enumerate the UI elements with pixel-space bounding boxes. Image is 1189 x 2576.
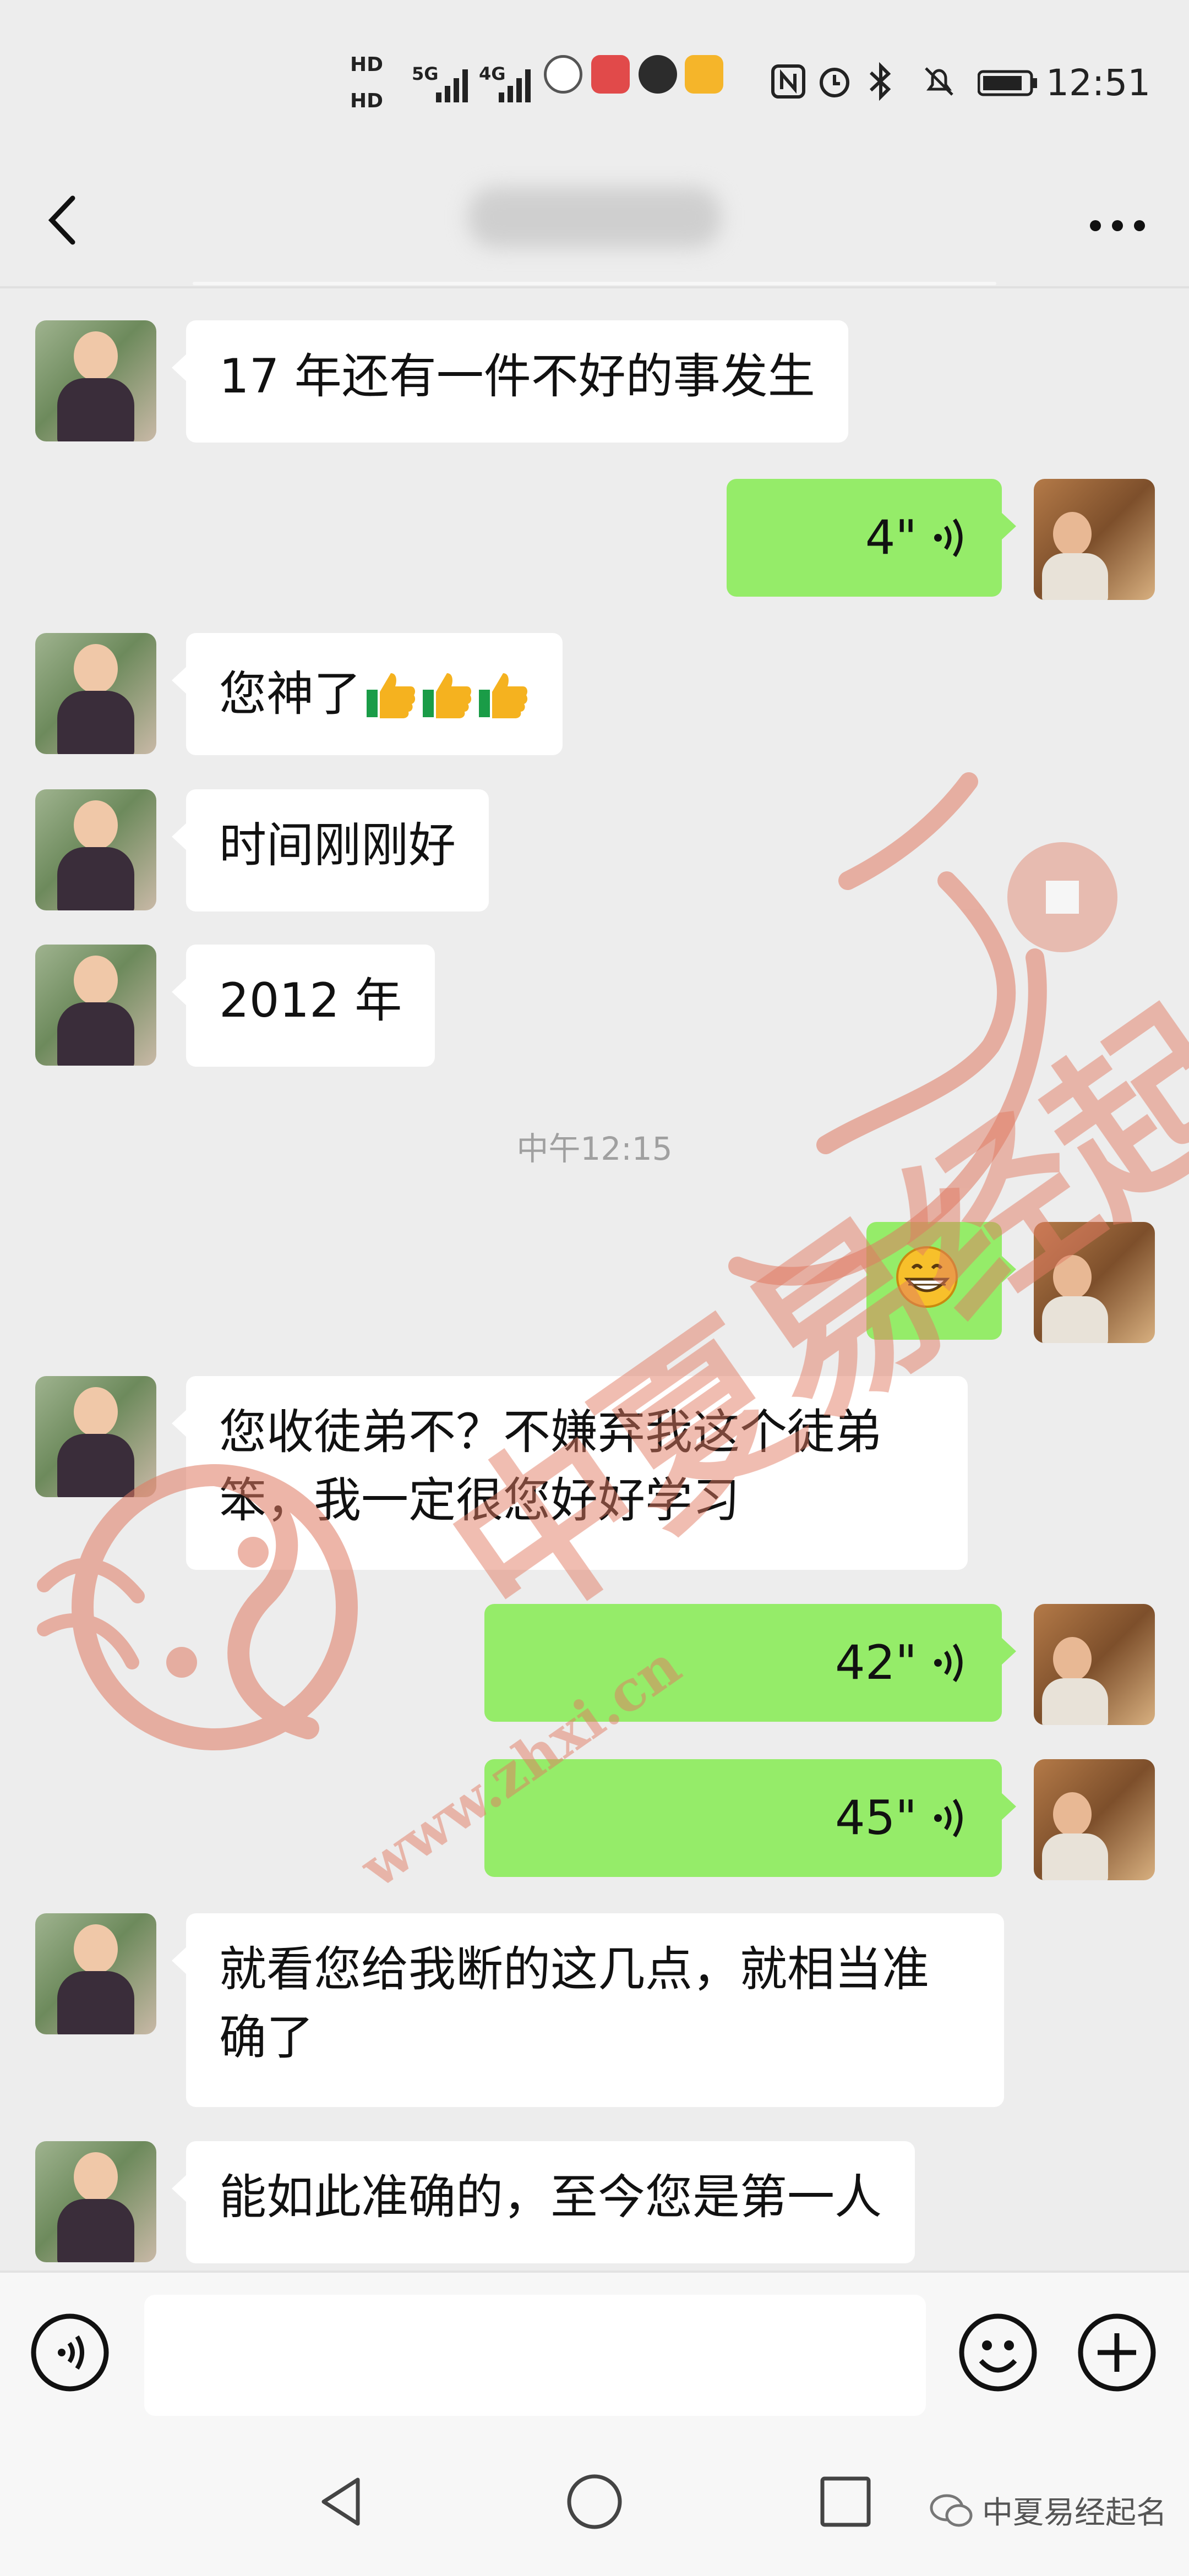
voice-message-bubble[interactable]: 4"	[727, 479, 1016, 597]
alarm-icon	[820, 68, 849, 97]
message-bubble[interactable]: 您神了	[172, 633, 563, 755]
voice-wave-icon	[934, 1644, 963, 1682]
chat-header	[0, 165, 1189, 288]
back-arrow-icon[interactable]	[33, 187, 99, 253]
app-notification-icon	[544, 55, 582, 94]
avatar[interactable]	[35, 945, 156, 1066]
avatar[interactable]	[35, 633, 156, 754]
message-input[interactable]	[144, 2295, 926, 2416]
wechat-icon	[930, 2494, 973, 2526]
message-list: 17 年还有一件不好的事发生 4" 您神了 时间刚刚好 2012 年 中午12:…	[0, 286, 1189, 2268]
battery-icon	[978, 70, 1037, 96]
voice-duration: 4"	[865, 510, 917, 565]
message-text-line: 确了	[219, 2010, 314, 2065]
message-text-line: 就看您给我断的这几点，就相当准	[219, 1942, 929, 1997]
signal-icon	[436, 69, 468, 102]
message-bubble[interactable]: 2012 年	[171, 945, 435, 1067]
mute-icon	[925, 67, 953, 96]
nav-back-icon[interactable]	[308, 2469, 374, 2535]
message-bubble[interactable]: 17 年还有一件不好的事发生	[172, 320, 848, 443]
voice-duration: 45"	[835, 1791, 917, 1846]
nfc-icon	[771, 64, 805, 99]
avatar[interactable]	[35, 2141, 156, 2262]
input-bar	[0, 2271, 1189, 2438]
grinning-face-emoji-icon	[896, 1246, 958, 1308]
message-bubble[interactable]: 就看您给我断的这几点，就相当准 确了	[172, 1913, 1004, 2107]
nav-recent-icon[interactable]	[812, 2469, 879, 2535]
message-timestamp: 中午12:15	[516, 1130, 673, 1167]
message-text: 您神了	[219, 667, 361, 722]
chat-title	[468, 187, 721, 248]
emoji-message-bubble[interactable]	[866, 1222, 1016, 1340]
avatar[interactable]	[35, 1913, 156, 2034]
hd2-indicator: HD	[350, 90, 384, 112]
voice-wave-icon	[934, 519, 963, 557]
nav-home-icon[interactable]	[561, 2469, 628, 2535]
bluetooth-icon	[869, 62, 891, 101]
thumbs-up-emoji-icon	[367, 673, 416, 718]
system-nav-bar: 中夏易经起名	[0, 2436, 1189, 2576]
status-time: 12:51	[1046, 62, 1151, 104]
message-bubble[interactable]: 时间刚刚好	[172, 789, 489, 912]
voice-input-icon[interactable]	[29, 2311, 111, 2394]
thumbs-up-emoji-icon	[479, 673, 528, 718]
watermark-brand: 中夏易经起名	[929, 2488, 1167, 2533]
avatar[interactable]	[35, 789, 156, 910]
avatar[interactable]	[1034, 479, 1155, 600]
more-dots-icon[interactable]	[1079, 187, 1156, 253]
avatar[interactable]	[1034, 1222, 1155, 1343]
mail-notification-icon	[685, 55, 723, 94]
avatar[interactable]	[1034, 1604, 1155, 1725]
voice-message-bubble[interactable]: 42"	[484, 1604, 1016, 1722]
avatar[interactable]	[35, 320, 156, 441]
message-bubble[interactable]: 能如此准确的，至今您是第一人	[172, 2141, 915, 2263]
avatar[interactable]	[1034, 1759, 1155, 1880]
app-notification-icon	[639, 55, 677, 94]
message-text-line: 笨，我一定很您好好学习	[219, 1473, 740, 1528]
voice-duration: 42"	[835, 1635, 917, 1690]
watermark-brand-label: 中夏易经起名	[982, 2495, 1167, 2531]
emoji-icon[interactable]	[957, 2311, 1039, 2394]
voice-wave-icon	[934, 1799, 963, 1837]
thumbs-up-emoji-icon	[423, 673, 472, 718]
status-bar: HD HD 5G 4G 12:51	[0, 0, 1189, 165]
message-text-line: 您收徒弟不？不嫌弃我这个徒弟	[219, 1405, 882, 1460]
message-bubble[interactable]: 您收徒弟不？不嫌弃我这个徒弟 笨，我一定很您好好学习	[172, 1376, 968, 1570]
plus-icon[interactable]	[1076, 2311, 1158, 2394]
header-divider	[193, 282, 996, 285]
voice-message-bubble[interactable]: 45"	[484, 1759, 1016, 1877]
avatar[interactable]	[35, 1376, 156, 1497]
app-notification-icon	[591, 55, 630, 94]
signal-icon-2	[499, 69, 531, 102]
hd1-indicator: HD	[350, 53, 384, 76]
